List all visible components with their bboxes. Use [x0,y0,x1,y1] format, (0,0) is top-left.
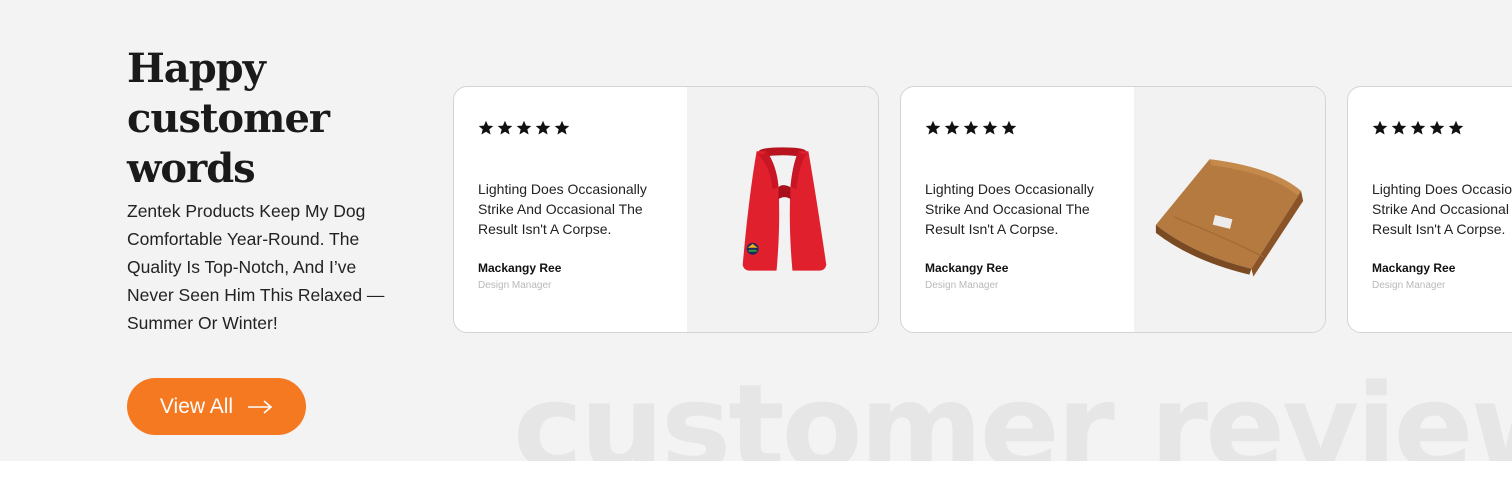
star-icon [1372,120,1388,136]
star-icon [1001,120,1017,136]
star-icon [1429,120,1445,136]
review-author-role: Design Manager [1372,280,1446,291]
brown-blanket-image [1155,159,1304,277]
star-icon [982,120,998,136]
product-image-panel [1134,87,1325,332]
review-card[interactable]: Lighting Does Occasionally Strike And Oc… [900,86,1326,333]
arrow-right-icon [247,399,273,414]
review-author: Mackangy Ree [478,261,562,275]
review-card[interactable]: Lighting Does Occasionally Strike And Oc… [1347,86,1512,333]
review-author: Mackangy Ree [1372,261,1456,275]
intro-text: Zentek Products Keep My Dog Comfortable … [127,201,385,333]
star-rating [478,120,570,136]
review-text-column: Lighting Does Occasionally Strike And Oc… [1348,87,1512,332]
star-icon [925,120,941,136]
review-text-column: Lighting Does Occasionally Strike And Oc… [454,87,687,332]
star-icon [963,120,979,136]
section-heading: Happy customer words [127,45,330,192]
review-quote: Lighting Does Occasionally Strike And Oc… [478,181,647,237]
star-rating [925,120,1017,136]
star-rating [1372,120,1464,136]
review-card[interactable]: Lighting Does Occasionally Strike And Oc… [453,86,879,333]
star-icon [554,120,570,136]
review-text-column: Lighting Does Occasionally Strike And Oc… [901,87,1134,332]
star-icon [497,120,513,136]
star-icon [1391,120,1407,136]
star-icon [535,120,551,136]
review-author: Mackangy Ree [925,261,1009,275]
watermark-text: customer review [513,358,1512,461]
product-image-panel [687,87,878,332]
star-icon [478,120,494,136]
star-icon [1448,120,1464,136]
star-icon [516,120,532,136]
review-author-role: Design Manager [925,280,999,291]
view-all-button[interactable]: View All [127,378,306,435]
review-author-role: Design Manager [478,280,552,291]
star-icon [944,120,960,136]
testimonials-section: customer review Happy customer words Zen… [0,0,1512,461]
review-quote: Lighting Does Occasionally Strike And Oc… [925,181,1094,237]
star-icon [1410,120,1426,136]
view-all-label: View All [159,394,234,418]
review-quote: Lighting Does Occasionally Strike And Oc… [1372,181,1512,237]
red-scarf-image [742,147,827,271]
